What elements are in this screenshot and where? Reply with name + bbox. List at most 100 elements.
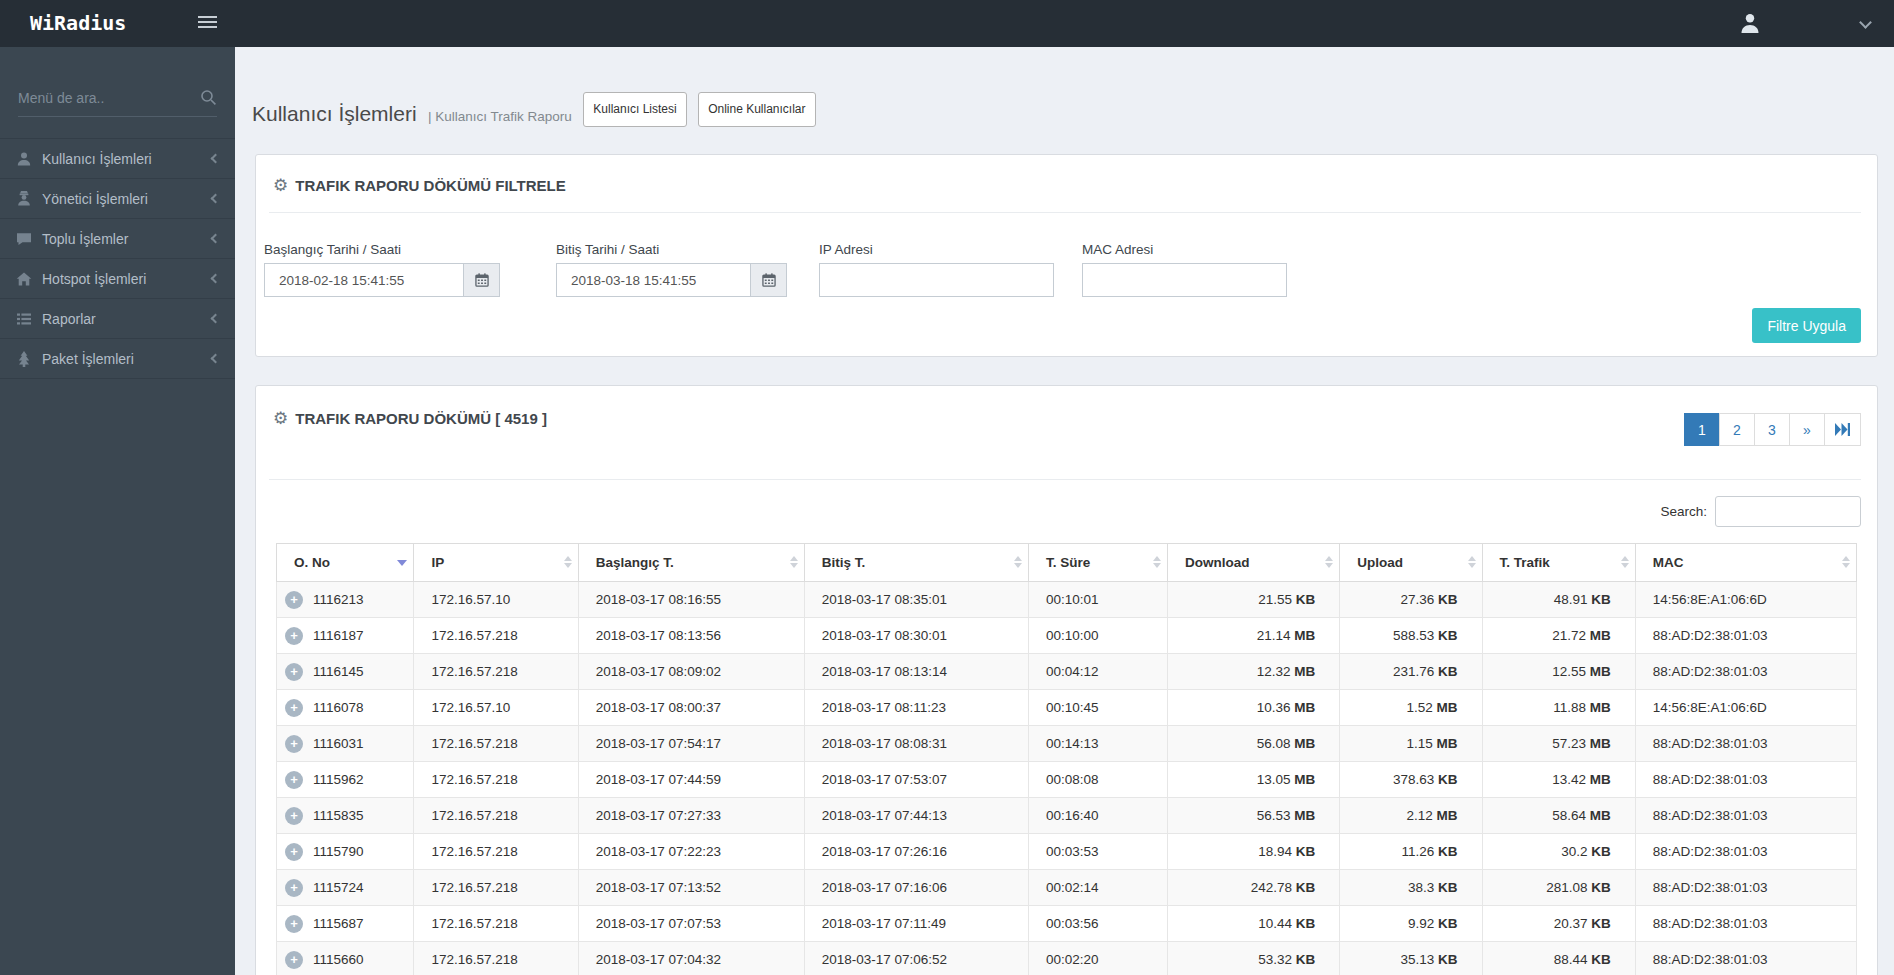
report-panel: ⚙ TRAFIK RAPORU DÖKÜMÜ [ 4519 ] 123» Sea… — [255, 385, 1878, 975]
cell-end: 2018-03-17 07:44:13 — [804, 798, 1028, 834]
cell-download: 56.53 MB — [1168, 798, 1340, 834]
cell-ip: 172.16.57.218 — [414, 870, 578, 906]
filter-field-4: MAC Adresi — [1082, 242, 1287, 297]
cell-ip: 172.16.57.218 — [414, 618, 578, 654]
field-input[interactable] — [1082, 263, 1287, 297]
expand-row-icon[interactable]: + — [285, 807, 303, 825]
cell-download: 242.78 KB — [1168, 870, 1340, 906]
column-header-ba-lang-t-[interactable]: Başlangıç T. — [578, 544, 804, 582]
sidebar-item-2[interactable]: Yönetici İşlemleri — [0, 179, 235, 219]
cell-total-traffic: 11.88 MB — [1482, 690, 1635, 726]
cell-duration: 00:10:01 — [1029, 582, 1168, 618]
expand-row-icon[interactable]: + — [285, 663, 303, 681]
sidebar-item-6[interactable]: Paket İşlemleri — [0, 339, 235, 379]
field-input[interactable] — [264, 263, 464, 297]
pagination-button-3[interactable]: 3 — [1754, 413, 1790, 446]
online-users-button[interactable]: Online Kullanıcılar — [698, 92, 815, 127]
column-header-download[interactable]: Download — [1168, 544, 1340, 582]
cell-upload: 2.12 MB — [1340, 798, 1482, 834]
divider — [269, 479, 1861, 480]
cell-upload: 588.53 KB — [1340, 618, 1482, 654]
table-row: +1116031172.16.57.2182018-03-17 07:54:17… — [277, 726, 1857, 762]
expand-row-icon[interactable]: + — [285, 735, 303, 753]
main-content: Kullanıcı İşlemleri | Kullanıcı Trafik R… — [235, 47, 1894, 975]
cell-end: 2018-03-17 07:26:16 — [804, 834, 1028, 870]
sort-desc-icon — [397, 560, 407, 566]
top-navbar: WiRadius — [0, 0, 1894, 47]
field-input[interactable] — [556, 263, 751, 297]
comment-icon — [16, 231, 33, 247]
sidebar-item-4[interactable]: Hotspot İşlemleri — [0, 259, 235, 299]
column-header-o-no[interactable]: O. No — [277, 544, 414, 582]
user-list-button[interactable]: Kullanıcı Listesi — [583, 92, 686, 127]
chevron-down-icon[interactable] — [1859, 16, 1872, 29]
sidebar-item-3[interactable]: Toplu İşlemler — [0, 219, 235, 259]
expand-row-icon[interactable]: + — [285, 879, 303, 897]
pagination-button-2[interactable]: 2 — [1719, 413, 1755, 446]
sort-icon — [1468, 556, 1476, 568]
sidebar-search-input[interactable] — [18, 90, 200, 106]
cell-total-traffic: 30.2 KB — [1482, 834, 1635, 870]
sidebar-toggle-icon[interactable] — [198, 16, 217, 31]
cell-duration: 00:16:40 — [1029, 798, 1168, 834]
cell-mac: 88:AD:D2:38:01:03 — [1635, 618, 1856, 654]
filter-fields: Başlangıç Tarihi / Saati Bitiş Tarihi / S… — [264, 242, 1861, 297]
column-header-mac[interactable]: MAC — [1635, 544, 1856, 582]
expand-row-icon[interactable]: + — [285, 591, 303, 609]
expand-row-icon[interactable]: + — [285, 915, 303, 933]
filter-field-3: IP Adresi — [819, 242, 1054, 297]
table-row: +1115790172.16.57.2182018-03-17 07:22:23… — [277, 834, 1857, 870]
expand-row-icon[interactable]: + — [285, 627, 303, 645]
column-header-biti-t-[interactable]: Bitiş T. — [804, 544, 1028, 582]
field-label: Başlangıç Tarihi / Saati — [264, 242, 500, 257]
cell-mac: 14:56:8E:A1:06:6D — [1635, 582, 1856, 618]
filter-panel-title: TRAFIK RAPORU DÖKÜMÜ FILTRELE — [295, 177, 566, 194]
table-row: +1115724172.16.57.2182018-03-17 07:13:52… — [277, 870, 1857, 906]
sort-icon — [1325, 556, 1333, 568]
app-logo[interactable]: WiRadius — [30, 0, 126, 47]
cell-order-no: +1115724 — [277, 870, 414, 906]
pagination-button-1[interactable]: 1 — [1684, 413, 1720, 446]
cell-upload: 11.26 KB — [1340, 834, 1482, 870]
expand-row-icon[interactable]: + — [285, 843, 303, 861]
user-icon — [16, 151, 33, 167]
filter-field-2: Bitiş Tarihi / Saati — [556, 242, 787, 297]
cell-mac: 88:AD:D2:38:01:03 — [1635, 942, 1856, 975]
expand-row-icon[interactable]: + — [285, 771, 303, 789]
column-header-upload[interactable]: Upload — [1340, 544, 1482, 582]
cell-upload: 35.13 KB — [1340, 942, 1482, 975]
cell-order-no: +1115790 — [277, 834, 414, 870]
gear-icon: ⚙ — [273, 177, 288, 194]
table-row: +1115835172.16.57.2182018-03-17 07:27:33… — [277, 798, 1857, 834]
cell-mac: 88:AD:D2:38:01:03 — [1635, 654, 1856, 690]
user-avatar-icon[interactable] — [1738, 11, 1762, 35]
calendar-icon[interactable] — [751, 263, 787, 297]
column-header-t-trafik[interactable]: T. Trafik — [1482, 544, 1635, 582]
column-header-t-s-re[interactable]: T. Süre — [1029, 544, 1168, 582]
sort-icon — [1014, 556, 1022, 568]
pagination-button-»[interactable]: » — [1789, 413, 1825, 446]
cell-start: 2018-03-17 08:09:02 — [578, 654, 804, 690]
cell-mac: 88:AD:D2:38:01:03 — [1635, 834, 1856, 870]
apply-filter-button[interactable]: Filtre Uygula — [1752, 308, 1861, 343]
field-input[interactable] — [819, 263, 1054, 297]
cell-upload: 9.92 KB — [1340, 906, 1482, 942]
cell-end: 2018-03-17 07:06:52 — [804, 942, 1028, 975]
sidebar-item-5[interactable]: Raporlar — [0, 299, 235, 339]
expand-row-icon[interactable]: + — [285, 951, 303, 969]
table-search-input[interactable] — [1715, 496, 1861, 527]
cell-order-no: +1116187 — [277, 618, 414, 654]
column-header-ip[interactable]: IP — [414, 544, 578, 582]
sidebar-item-1[interactable]: Kullanıcı İşlemleri — [0, 139, 235, 179]
cell-ip: 172.16.57.218 — [414, 726, 578, 762]
calendar-icon[interactable] — [464, 263, 500, 297]
pagination-last-button[interactable] — [1824, 413, 1861, 446]
sort-icon — [790, 556, 798, 568]
cell-upload: 38.3 KB — [1340, 870, 1482, 906]
cell-start: 2018-03-17 08:00:37 — [578, 690, 804, 726]
table-row: +1116213172.16.57.102018-03-17 08:16:552… — [277, 582, 1857, 618]
expand-row-icon[interactable]: + — [285, 699, 303, 717]
cell-duration: 00:02:20 — [1029, 942, 1168, 975]
cell-download: 21.55 KB — [1168, 582, 1340, 618]
search-icon[interactable] — [200, 89, 217, 106]
